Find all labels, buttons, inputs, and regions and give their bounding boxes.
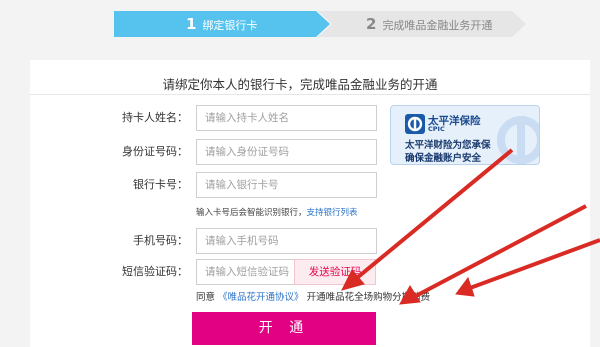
- step-1-label: 1 绑定银行卡: [186, 15, 258, 33]
- id-number-input[interactable]: [196, 139, 377, 165]
- phone-input[interactable]: [196, 228, 377, 254]
- id-number-label: 身份证号码：: [122, 145, 188, 158]
- insurance-badge: 太平洋保险 CPIC 太平洋财险为您承保 确保金融账户安全: [390, 105, 540, 165]
- form-card: [30, 60, 590, 347]
- agreement-text: 同意 《唯品花开通协议》 开通唯品花全场购物分期消费: [196, 292, 431, 303]
- cpic-logo-icon: [405, 114, 425, 134]
- card-hint: 输入卡号后会智能识别银行，支持银行列表: [196, 208, 358, 218]
- agreement-link[interactable]: 《唯品花开通协议》: [218, 292, 304, 303]
- page-title: 请绑定你本人的银行卡，完成唯品金融业务的开通: [162, 77, 438, 92]
- phone-label: 手机号码：: [133, 234, 188, 247]
- cpic-watermark-icon: [497, 116, 539, 164]
- sms-code-label: 短信验证码：: [122, 265, 188, 278]
- sms-code-input[interactable]: [196, 259, 296, 285]
- supported-banks-link[interactable]: 支持银行列表: [307, 208, 358, 218]
- insurance-line-2: 确保金融账户安全: [405, 153, 482, 164]
- step-2-label: 2 完成唯品金融业务开通: [366, 15, 493, 33]
- bank-card-input[interactable]: [196, 172, 377, 198]
- divider: [30, 94, 590, 95]
- cardholder-name-input[interactable]: [196, 105, 377, 131]
- submit-button[interactable]: 开 通: [192, 312, 376, 345]
- bank-card-label: 银行卡号：: [133, 178, 188, 191]
- insurance-line-1: 太平洋财险为您承保: [405, 140, 491, 151]
- step-progress-bar: [114, 11, 526, 37]
- cardholder-name-label: 持卡人姓名：: [122, 111, 188, 124]
- insurance-brand-en: CPIC: [428, 125, 445, 133]
- send-code-button[interactable]: 发送验证码: [294, 259, 376, 285]
